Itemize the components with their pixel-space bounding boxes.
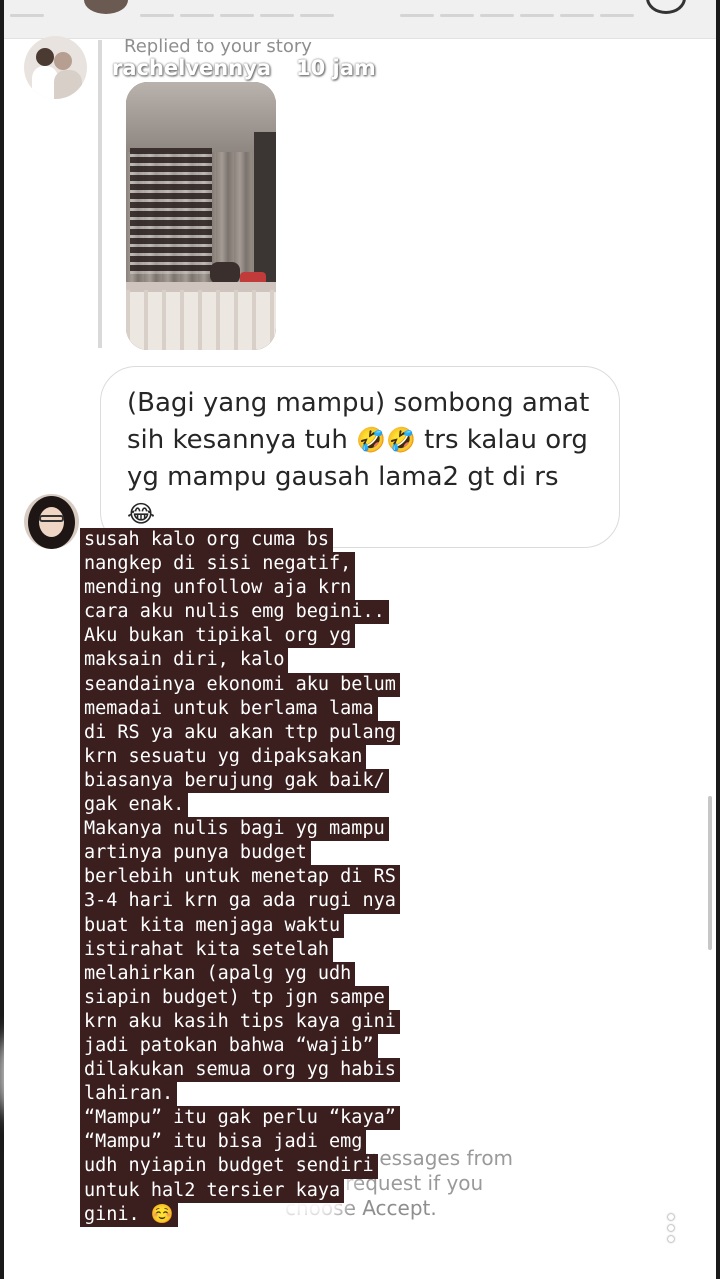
overlay-line: krn sesuatu yg dipaksakan (80, 744, 367, 769)
sender-username[interactable]: rachelvennya (112, 56, 271, 80)
overlay-line-row: berlebih untuk menetap di RS (80, 865, 460, 890)
overlay-line-row: buat kita menjaga waktu (80, 913, 460, 938)
overlay-line-row: Aku bukan tipikal org yg (80, 624, 460, 649)
progress-segment (400, 14, 434, 17)
overlay-line-row: untuk hal2 tersier kaya (80, 1178, 460, 1203)
overlay-line: mending unfollow aja krn (80, 576, 356, 601)
overlay-line-row: krn sesuatu yg dipaksakan (80, 744, 460, 769)
overlay-line-row: udh nyiapin budget sendiri (80, 1154, 460, 1179)
progress-segment (520, 14, 554, 17)
progress-segment (180, 14, 214, 17)
overlay-line: “Mampu” itu bisa jadi emg (80, 1130, 367, 1155)
overlay-line: gak enak. (80, 793, 189, 818)
progress-segment (220, 14, 254, 17)
overlay-line-row: istirahat kita setelah (80, 937, 460, 962)
overlay-line-row: Makanya nulis bagi yg mampu (80, 817, 460, 842)
progress-segment (480, 14, 514, 17)
sender-avatar[interactable] (24, 36, 87, 99)
message-line: sih kesannya tuh 🤣🤣 trs kalau org (127, 425, 588, 455)
overlay-line-row: dilakukan semua org yg habis (80, 1058, 460, 1083)
overlay-line-row: melahirkan (apalg yg udh (80, 961, 460, 986)
overlay-line-row: susah kalo org cuma bs (80, 528, 460, 553)
progress-segment (300, 14, 334, 17)
replied-to-story-label: Replied to your story (124, 36, 312, 57)
overlay-line: siapin budget) tp jgn sampe (80, 985, 389, 1010)
overlay-line-row: “Mampu” itu gak perlu “kaya” (80, 1106, 460, 1131)
overlay-line-row: nangkep di sisi negatif, (80, 552, 460, 577)
overlay-line: susah kalo org cuma bs (80, 528, 334, 553)
overlay-line: Makanya nulis bagi yg mampu (80, 817, 389, 842)
overlay-line: udh nyiapin budget sendiri (80, 1154, 378, 1179)
progress-segment (10, 14, 44, 17)
overlay-line-row: jadi patokan bahwa “wajib” (80, 1033, 460, 1059)
progress-segment (140, 14, 174, 17)
overlay-line: cara aku nulis emg begini.. (80, 600, 389, 625)
progress-segment (440, 14, 474, 17)
reply-quote-line (98, 40, 102, 348)
overlay-line: memadai untuk berlama lama (80, 696, 378, 721)
message-bubble[interactable]: (Bagi yang mampu) sombong amat sih kesan… (100, 366, 620, 565)
overlay-line: berlebih untuk menetap di RS (80, 865, 400, 890)
overlay-line-row: biasanya berujung gak baik/ (80, 768, 460, 794)
overlay-line: nangkep di sisi negatif, (80, 552, 356, 577)
overlay-line-row: siapin budget) tp jgn sampe (80, 985, 460, 1010)
top-avatar[interactable] (84, 0, 128, 14)
progress-segment (260, 14, 294, 17)
overlay-line: dilakukan semua org yg habis (80, 1058, 400, 1083)
overlay-line: jadi patokan bahwa “wajib” (80, 1033, 378, 1059)
overlay-line: 3-4 hari krn ga ada rugi nya (80, 889, 400, 914)
story-progress-bar (0, 0, 720, 39)
message-timestamp: 10 jam (296, 56, 376, 80)
overlay-line: melahirkan (apalg yg udh (80, 961, 356, 986)
overlay-line: untuk hal2 tersier kaya (80, 1178, 345, 1203)
overlay-line-row: krn aku kasih tips kaya gini (80, 1009, 460, 1034)
message-line: yg mampu gausah lama2 gt di rs 😂 (127, 462, 559, 528)
overlay-line-row: “Mampu” itu bisa jadi emg (80, 1130, 460, 1155)
overlay-line-row: seandainya ekonomi aku belum (80, 672, 460, 697)
more-vertical-icon[interactable] (666, 1214, 676, 1250)
overlay-line-row: gak enak. (80, 793, 460, 818)
scrollbar[interactable] (708, 796, 712, 950)
overlay-line: istirahat kita setelah (80, 937, 334, 962)
right-edge (716, 0, 720, 1279)
overlay-line: krn aku kasih tips kaya gini (80, 1009, 400, 1034)
instagram-dm-screen: Replied to your story rachelvennya 10 ja… (0, 0, 720, 1279)
story-thumbnail[interactable] (126, 82, 276, 350)
overlay-line: gini. ☺️ (80, 1202, 178, 1227)
overlay-line-row: cara aku nulis emg begini.. (80, 600, 460, 625)
overlay-line-row: mending unfollow aja krn (80, 576, 460, 601)
overlay-line: maksain diri, kalo (80, 648, 289, 673)
progress-segment (600, 14, 634, 17)
progress-segment (560, 14, 594, 17)
story-text-preview (130, 148, 212, 274)
overlay-line-row: maksain diri, kalo (80, 648, 460, 673)
overlay-line: artinya punya budget (80, 841, 311, 866)
overlay-line: Aku bukan tipikal org yg (80, 624, 356, 649)
overlay-line-row: 3-4 hari krn ga ada rugi nya (80, 889, 460, 914)
message-line: (Bagi yang mampu) sombong amat (127, 388, 590, 418)
overlay-line-row: di RS ya aku akan ttp pulang (80, 720, 460, 745)
overlay-line: buat kita menjaga waktu (80, 913, 345, 938)
own-avatar[interactable] (24, 494, 79, 549)
overlay-line-row: memadai untuk berlama lama (80, 696, 460, 721)
overlay-line: “Mampu” itu gak perlu “kaya” (80, 1106, 400, 1131)
overlay-line-row: lahiran. (80, 1082, 460, 1107)
overlay-line-row: gini. ☺️ (80, 1202, 460, 1227)
overlay-line: di RS ya aku akan ttp pulang (80, 720, 400, 745)
overlay-line-row: artinya punya budget (80, 841, 460, 866)
story-text-overlay: susah kalo org cuma bs nangkep di sisi ne… (80, 528, 460, 1227)
close-icon[interactable] (646, 0, 686, 14)
overlay-line: seandainya ekonomi aku belum (80, 672, 400, 697)
overlay-line: lahiran. (80, 1082, 178, 1107)
overlay-line: biasanya berujung gak baik/ (80, 768, 389, 794)
